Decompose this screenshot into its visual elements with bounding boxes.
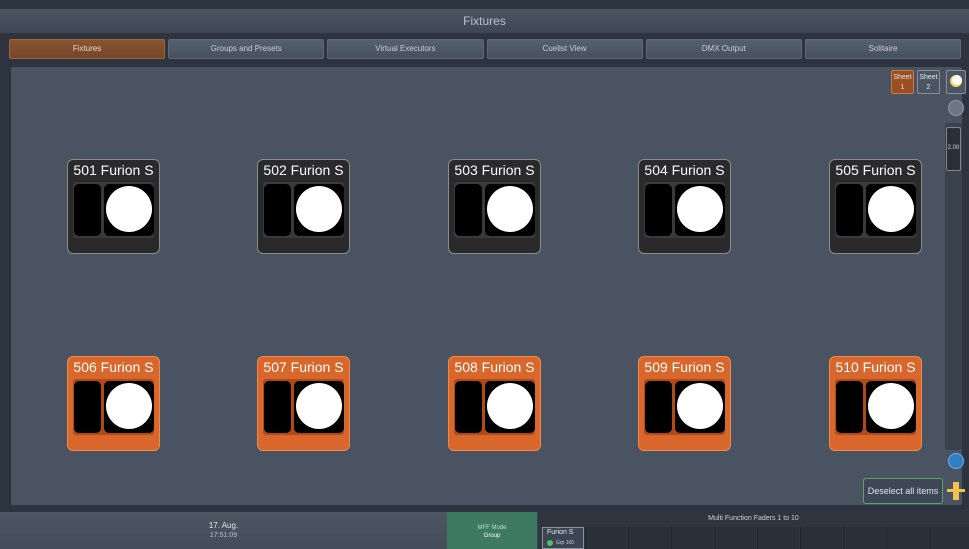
- fader-slot-6[interactable]: [757, 527, 799, 549]
- fixture-label: 503 Furion S: [454, 162, 535, 178]
- tab-dmx-output[interactable]: DMX Output: [645, 39, 802, 59]
- multi-function-faders: Multi Function Faders 1 to 10 Furion S G…: [538, 512, 969, 549]
- lamp-icon: [866, 184, 916, 236]
- lamp-icon: [294, 381, 344, 433]
- fixture-label: 502 Furion S: [263, 162, 344, 178]
- fixture-label: 508 Furion S: [454, 359, 535, 375]
- fader-slot-9[interactable]: [886, 527, 928, 549]
- fixture-label: 504 Furion S: [644, 162, 725, 178]
- fader-slot-1[interactable]: Furion S Grp 100: [542, 527, 584, 549]
- fader-slot-3[interactable]: [628, 527, 670, 549]
- fixture-label: 507 Furion S: [263, 359, 344, 375]
- fader-slot-2[interactable]: [585, 527, 627, 549]
- fixture-label: 505 Furion S: [835, 162, 916, 178]
- fixture-label: 510 Furion S: [835, 359, 916, 375]
- fader-slot-5[interactable]: [714, 527, 756, 549]
- fixture-tile-504[interactable]: 504 Furion S: [638, 159, 731, 254]
- lamp-icon: [485, 381, 535, 433]
- zoom-in-icon[interactable]: [948, 100, 964, 116]
- status-dot-icon: [547, 540, 553, 546]
- fixture-tile-506[interactable]: 506 Furion S: [67, 356, 160, 451]
- lamp-icon: [675, 381, 725, 433]
- fixture-tile-510[interactable]: 510 Furion S: [829, 356, 922, 451]
- time-text: 17:51:09: [209, 532, 238, 539]
- fixture-tile-503[interactable]: 503 Furion S: [448, 159, 541, 254]
- mff-mode-button[interactable]: MFF Mode Group: [447, 512, 537, 549]
- status-footer: 17. Aug. 17:51:09 MFF Mode Group Multi F…: [0, 512, 969, 549]
- faders-title: Multi Function Faders 1 to 10: [708, 515, 799, 522]
- sheet-2-button[interactable]: Sheet 2: [917, 70, 940, 94]
- fixture-tile-505[interactable]: 505 Furion S: [829, 159, 922, 254]
- fixture-tile-508[interactable]: 508 Furion S: [448, 356, 541, 451]
- fixture-label: 509 Furion S: [644, 359, 725, 375]
- fixture-tile-507[interactable]: 507 Furion S: [257, 356, 350, 451]
- tab-groups-and-presets[interactable]: Groups and Presets: [168, 39, 325, 59]
- deselect-all-button[interactable]: Deselect all items: [863, 478, 943, 504]
- lamp-icon: [294, 184, 344, 236]
- zoom-out-icon[interactable]: [948, 453, 964, 469]
- fixture-tile-502[interactable]: 502 Furion S: [257, 159, 350, 254]
- tab-bar: Fixtures Groups and Presets Virtual Exec…: [9, 39, 962, 59]
- locate-button[interactable]: [946, 480, 966, 502]
- fixture-tile-501[interactable]: 501 Furion S: [67, 159, 160, 254]
- fader-slot-10[interactable]: [929, 527, 969, 549]
- tab-virtual-executors[interactable]: Virtual Executors: [327, 39, 484, 59]
- lamp-icon: [866, 381, 916, 433]
- date-text: 17. Aug.: [208, 521, 239, 530]
- fixture-label: 501 Furion S: [73, 162, 154, 178]
- tab-fixtures[interactable]: Fixtures: [9, 39, 166, 59]
- zoom-slider-knob[interactable]: 2.00: [946, 127, 961, 171]
- locate-fixture-icon: [947, 482, 965, 500]
- sheet-1-button[interactable]: Sheet 1: [891, 70, 914, 94]
- fader-slot-8[interactable]: [843, 527, 885, 549]
- settings-button[interactable]: [946, 70, 966, 94]
- lightbulb-icon: [950, 75, 962, 87]
- lamp-icon: [104, 381, 154, 433]
- lamp-icon: [485, 184, 535, 236]
- window-title: Fixtures: [0, 9, 969, 33]
- clock: 17. Aug. 17:51:09: [0, 512, 447, 549]
- tab-solitaire[interactable]: Solitaire: [804, 39, 962, 59]
- tab-cuelist-view[interactable]: Cuelist View: [486, 39, 643, 59]
- fixture-label: 506 Furion S: [73, 359, 154, 375]
- lamp-icon: [675, 184, 725, 236]
- fixture-tile-509[interactable]: 509 Furion S: [638, 356, 731, 451]
- fader-slot-7[interactable]: [800, 527, 842, 549]
- lamp-icon: [104, 184, 154, 236]
- zoom-slider[interactable]: 2.00: [945, 123, 962, 450]
- fader-slot-4[interactable]: [671, 527, 713, 549]
